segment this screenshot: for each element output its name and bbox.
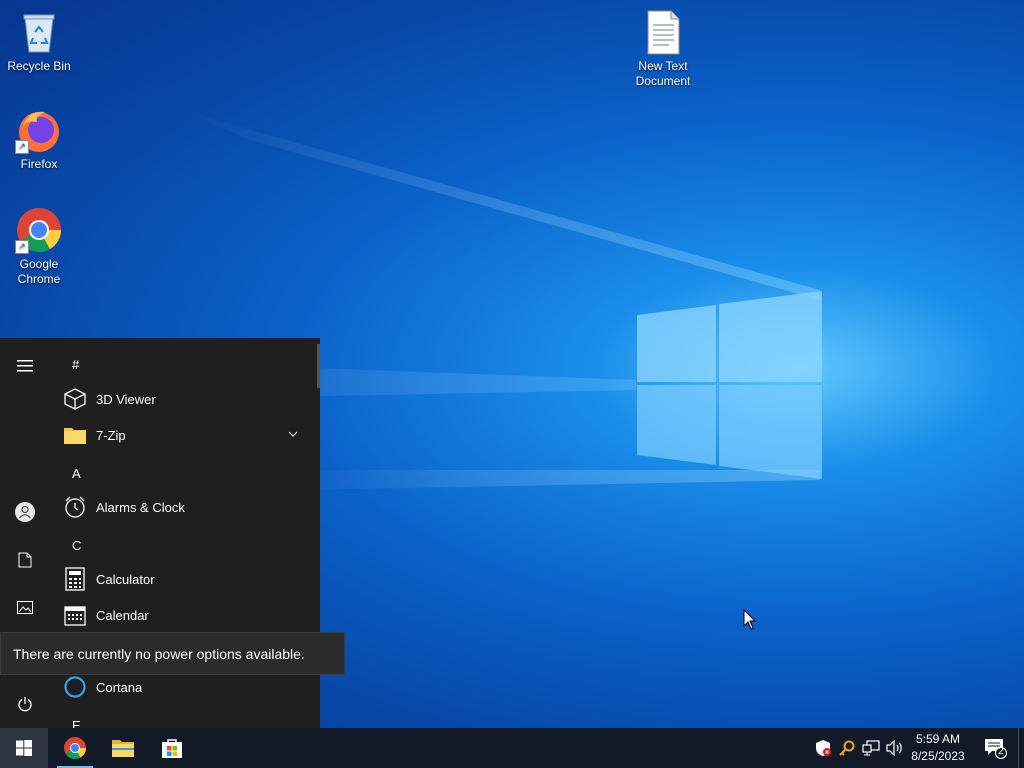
firefox-icon: ↗ [15,106,63,154]
shortcut-arrow-icon: ↗ [15,140,29,154]
taskbar: 5:59 AM 8/25/2023 2 [0,728,1024,768]
chrome-icon [64,737,86,759]
notification-count-badge: 2 [998,746,1004,757]
hamburger-menu-button[interactable] [12,353,38,379]
3d-viewer-icon [62,386,88,412]
calculator-icon [62,566,88,592]
power-options-tooltip: There are currently no power options ava… [0,632,345,675]
calendar-icon [62,602,88,628]
pictures-icon [17,601,33,614]
pictures-button[interactable] [12,595,38,621]
clock-date: 8/25/2023 [911,749,965,763]
app-label: 7-Zip [96,427,126,443]
show-desktop-button[interactable] [1018,728,1019,768]
hamburger-icon [17,360,33,372]
document-icon [18,552,32,568]
app-calculator[interactable]: Calculator [62,563,310,595]
power-button[interactable] [12,691,38,717]
app-label: Cortana [96,679,143,695]
clock-time: 5:59 AM [915,732,961,746]
windows-logo-icon [16,740,32,756]
group-header-hash[interactable]: # [72,357,79,372]
store-icon [162,739,182,758]
start-button[interactable] [0,728,48,768]
file-explorer-icon [112,740,134,757]
folder-icon [62,422,88,448]
user-account-button[interactable] [12,499,38,525]
group-header-c[interactable]: C [72,538,81,553]
action-center-button[interactable]: 2 [978,728,1012,768]
documents-button[interactable] [12,547,38,573]
user-avatar-icon [15,502,35,522]
taskbar-file-explorer-button[interactable] [99,728,147,768]
taskbar-store-button[interactable] [148,728,196,768]
app-alarms-clock[interactable]: Alarms & Clock [62,491,310,523]
network-icon[interactable] [861,738,881,758]
desktop-icon-google-chrome[interactable]: ↗ Google Chrome [1,200,77,287]
security-shield-icon[interactable] [813,738,833,758]
app-label: Alarms & Clock [96,499,185,515]
desktop-icon-label: Recycle Bin [7,59,71,73]
cortana-icon [62,674,88,700]
recycle-bin-icon [15,8,63,56]
chrome-icon: ↗ [15,206,63,254]
taskbar-clock[interactable]: 5:59 AM 8/25/2023 [902,731,974,765]
app-label: Calendar [96,607,149,623]
desktop-icon-label: New Text Document [635,59,691,88]
app-list-scrollbar[interactable] [317,344,320,388]
desktop-icon-new-text-document[interactable]: New Text Document [625,2,701,89]
app-3d-viewer[interactable]: 3D Viewer [62,383,310,415]
alarm-clock-icon [62,494,88,520]
desktop-icon-label: Firefox [20,157,58,171]
text-document-icon [639,8,687,56]
taskbar-chrome-button[interactable] [51,728,99,768]
key-icon[interactable] [837,738,857,758]
app-calendar[interactable]: Calendar [62,599,310,631]
app-7-zip[interactable]: 7-Zip [62,419,310,451]
power-icon [18,697,32,712]
group-header-a[interactable]: A [72,466,81,481]
chevron-down-icon[interactable] [288,431,298,437]
group-header-e[interactable]: E [72,718,81,728]
desktop-icon-label: Google Chrome [17,257,61,286]
windows-logo-wallpaper [637,291,822,479]
desktop-icon-firefox[interactable]: ↗ Firefox [1,100,77,172]
app-cortana[interactable]: Cortana [62,671,310,703]
app-label: Calculator [96,571,155,587]
mouse-cursor-icon [743,609,757,630]
shortcut-arrow-icon: ↗ [15,240,29,254]
app-label: 3D Viewer [96,391,156,407]
desktop-icon-recycle-bin[interactable]: Recycle Bin [1,2,77,74]
